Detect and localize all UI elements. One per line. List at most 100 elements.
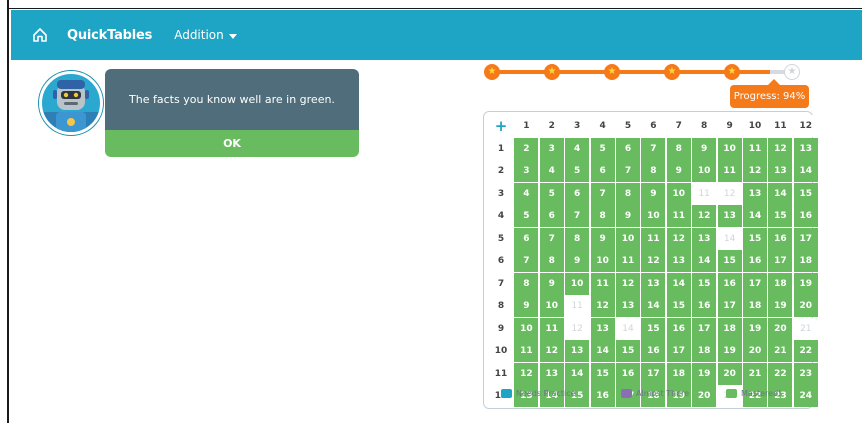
fact-cell-mastered[interactable]: 16	[768, 227, 793, 250]
fact-cell-mastered[interactable]: 12	[590, 295, 615, 317]
fact-cell-mastered[interactable]: 11	[616, 250, 640, 272]
fact-cell-mastered[interactable]: 9	[539, 272, 564, 295]
fact-cell-mastered[interactable]: 13	[692, 227, 717, 250]
fact-cell-mastered[interactable]: 14	[743, 205, 767, 227]
fact-cell-mastered[interactable]: 18	[692, 340, 717, 362]
fact-cell-mastered[interactable]: 9	[641, 182, 666, 205]
fact-cell-mastered[interactable]: 13	[590, 317, 615, 340]
fact-cell-mastered[interactable]: 2	[514, 137, 539, 160]
fact-cell-mastered[interactable]: 4	[514, 182, 539, 205]
fact-cell-mastered[interactable]: 17	[666, 340, 691, 362]
fact-cell-mastered[interactable]: 8	[641, 160, 666, 182]
fact-cell-mastered[interactable]: 4	[565, 137, 590, 160]
fact-cell-needs-work[interactable]: 11	[565, 295, 590, 317]
fact-cell-mastered[interactable]: 22	[768, 362, 793, 385]
fact-cell-mastered[interactable]: 16	[666, 317, 691, 340]
fact-cell-mastered[interactable]: 16	[616, 362, 640, 385]
fact-cell-mastered[interactable]: 9	[514, 295, 539, 317]
fact-cell-mastered[interactable]: 13	[717, 205, 742, 227]
fact-cell-mastered[interactable]: 9	[692, 137, 717, 160]
fact-cell-mastered[interactable]: 8	[565, 227, 590, 250]
fact-cell-mastered[interactable]: 4	[539, 160, 564, 182]
operation-dropdown[interactable]: Addition	[174, 28, 237, 42]
fact-cell-mastered[interactable]: 11	[514, 340, 539, 362]
fact-cell-mastered[interactable]: 22	[793, 340, 818, 362]
fact-cell-mastered[interactable]: 8	[616, 182, 640, 205]
fact-cell-mastered[interactable]: 14	[692, 250, 717, 272]
fact-cell-mastered[interactable]: 13	[539, 362, 564, 385]
fact-cell-mastered[interactable]: 14	[793, 160, 818, 182]
fact-cell-mastered[interactable]: 19	[692, 362, 717, 385]
fact-cell-mastered[interactable]: 15	[666, 295, 691, 317]
home-icon[interactable]	[29, 24, 51, 46]
fact-cell-needs-work[interactable]: 14	[717, 227, 742, 250]
fact-cell-mastered[interactable]: 13	[565, 340, 590, 362]
fact-cell-mastered[interactable]: 12	[743, 160, 767, 182]
fact-cell-mastered[interactable]: 11	[641, 227, 666, 250]
fact-cell-mastered[interactable]: 14	[666, 272, 691, 295]
fact-cell-mastered[interactable]: 19	[768, 295, 793, 317]
fact-cell-mastered[interactable]: 15	[793, 182, 818, 205]
fact-cell-mastered[interactable]: 14	[590, 340, 615, 362]
fact-cell-mastered[interactable]: 17	[743, 272, 767, 295]
fact-cell-mastered[interactable]: 7	[539, 227, 564, 250]
fact-cell-mastered[interactable]: 15	[616, 340, 640, 362]
fact-cell-mastered[interactable]: 13	[616, 295, 640, 317]
fact-cell-mastered[interactable]: 6	[590, 160, 615, 182]
fact-cell-needs-work[interactable]: 11	[692, 182, 717, 205]
fact-cell-mastered[interactable]: 19	[743, 317, 767, 340]
fact-cell-mastered[interactable]: 8	[666, 137, 691, 160]
fact-cell-mastered[interactable]: 12	[692, 205, 717, 227]
fact-cell-mastered[interactable]: 10	[616, 227, 640, 250]
fact-cell-mastered[interactable]: 10	[590, 250, 615, 272]
fact-cell-mastered[interactable]: 15	[743, 227, 767, 250]
fact-cell-mastered[interactable]: 9	[590, 227, 615, 250]
fact-cell-mastered[interactable]: 15	[692, 272, 717, 295]
fact-cell-mastered[interactable]: 10	[717, 137, 742, 160]
fact-cell-mastered[interactable]: 7	[565, 205, 590, 227]
fact-cell-mastered[interactable]: 13	[666, 250, 691, 272]
fact-cell-mastered[interactable]: 12	[666, 227, 691, 250]
fact-cell-mastered[interactable]: 16	[717, 272, 742, 295]
fact-cell-mastered[interactable]: 18	[793, 250, 818, 272]
fact-cell-mastered[interactable]: 3	[539, 137, 564, 160]
fact-cell-mastered[interactable]: 13	[768, 160, 793, 182]
fact-cell-mastered[interactable]: 9	[565, 250, 590, 272]
fact-cell-mastered[interactable]: 13	[793, 137, 818, 160]
fact-cell-mastered[interactable]: 12	[616, 272, 640, 295]
app-brand[interactable]: QuickTables	[67, 28, 152, 43]
fact-cell-mastered[interactable]: 5	[514, 205, 539, 227]
fact-cell-mastered[interactable]: 11	[666, 205, 691, 227]
fact-cell-mastered[interactable]: 21	[768, 340, 793, 362]
fact-cell-mastered[interactable]: 17	[641, 362, 666, 385]
fact-cell-needs-work[interactable]: 21	[793, 317, 818, 340]
fact-cell-mastered[interactable]: 9	[616, 205, 640, 227]
fact-cell-mastered[interactable]: 6	[539, 205, 564, 227]
fact-cell-mastered[interactable]: 16	[641, 340, 666, 362]
fact-cell-mastered[interactable]: 10	[565, 272, 590, 295]
fact-cell-mastered[interactable]: 18	[666, 362, 691, 385]
fact-cell-needs-work[interactable]: 12	[565, 317, 590, 340]
fact-cell-mastered[interactable]: 12	[539, 340, 564, 362]
fact-cell-mastered[interactable]: 16	[692, 295, 717, 317]
fact-cell-mastered[interactable]: 20	[768, 317, 793, 340]
fact-cell-mastered[interactable]: 20	[717, 362, 742, 385]
fact-cell-mastered[interactable]: 6	[565, 182, 590, 205]
fact-cell-mastered[interactable]: 10	[692, 160, 717, 182]
fact-cell-mastered[interactable]: 8	[514, 272, 539, 295]
fact-cell-mastered[interactable]: 11	[590, 272, 615, 295]
fact-cell-mastered[interactable]: 7	[514, 250, 539, 272]
fact-cell-mastered[interactable]: 19	[793, 272, 818, 295]
fact-cell-mastered[interactable]: 5	[590, 137, 615, 160]
fact-cell-mastered[interactable]: 14	[565, 362, 590, 385]
fact-cell-mastered[interactable]: 11	[717, 160, 742, 182]
fact-cell-mastered[interactable]: 11	[743, 137, 767, 160]
fact-cell-mastered[interactable]: 10	[514, 317, 539, 340]
fact-cell-mastered[interactable]: 18	[743, 295, 767, 317]
fact-cell-mastered[interactable]: 10	[666, 182, 691, 205]
fact-cell-mastered[interactable]: 18	[768, 272, 793, 295]
fact-cell-mastered[interactable]: 7	[616, 160, 640, 182]
fact-cell-mastered[interactable]: 16	[793, 205, 818, 227]
fact-cell-mastered[interactable]: 21	[743, 362, 767, 385]
fact-cell-mastered[interactable]: 18	[717, 317, 742, 340]
